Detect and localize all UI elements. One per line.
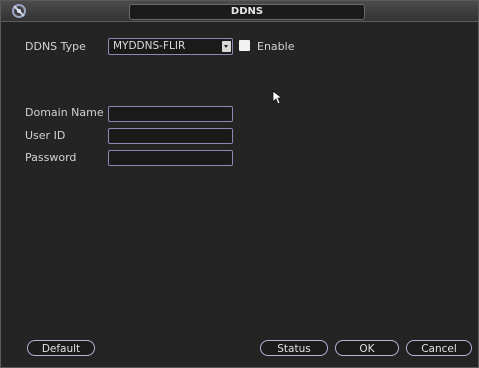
password-field[interactable] — [108, 150, 233, 166]
password-label: Password — [25, 151, 77, 164]
ddns-type-select[interactable]: MYDDNS-FLIR — [108, 38, 233, 55]
title-bar: DDNS — [1, 1, 478, 22]
ok-button[interactable]: OK — [335, 340, 399, 356]
status-button[interactable]: Status — [260, 340, 328, 356]
user-id-field[interactable] — [108, 128, 233, 144]
ddns-type-label: DDNS Type — [25, 40, 86, 53]
window-title: DDNS — [129, 4, 365, 20]
domain-name-field[interactable] — [108, 106, 233, 122]
enable-checkbox[interactable] — [239, 40, 250, 51]
app-logo-icon — [11, 3, 27, 19]
enable-label: Enable — [257, 40, 295, 53]
default-button[interactable]: Default — [27, 340, 95, 356]
cancel-button[interactable]: Cancel — [406, 340, 472, 356]
ddns-type-value: MYDDNS-FLIR — [113, 40, 186, 52]
ddns-dialog: DDNS DDNS Type MYDDNS-FLIR Enable Domain… — [0, 0, 479, 368]
user-id-label: User ID — [25, 129, 66, 142]
chevron-down-icon[interactable] — [222, 41, 231, 52]
mouse-pointer-icon — [272, 90, 284, 106]
domain-name-label: Domain Name — [25, 106, 104, 119]
